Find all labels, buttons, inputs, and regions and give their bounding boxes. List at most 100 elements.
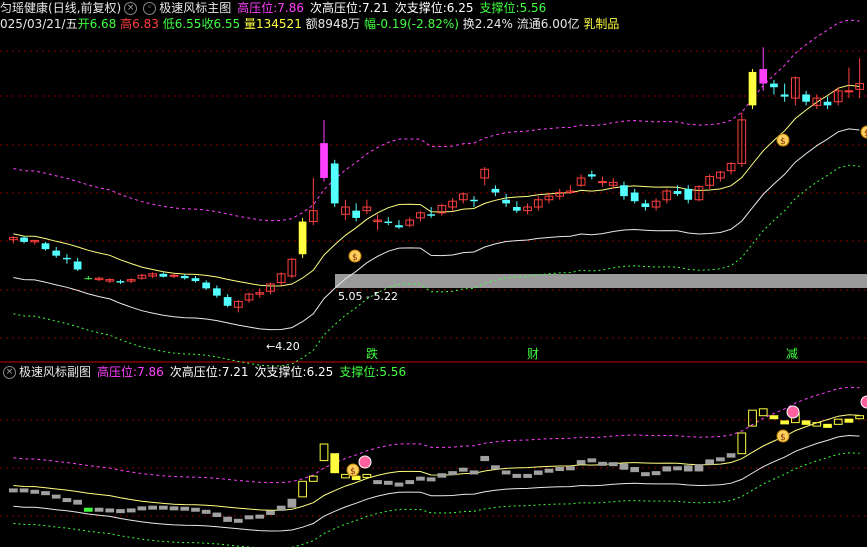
- support-label: 支撑位:: [479, 1, 520, 15]
- sub-bar: [41, 491, 50, 496]
- chg-label: 幅: [364, 17, 377, 31]
- sub-bar: [716, 457, 725, 462]
- close-value: 6.55: [213, 17, 241, 31]
- candle-body: [180, 276, 189, 279]
- amount-value: 8948万: [317, 17, 361, 31]
- sub-bar: [362, 473, 372, 478]
- sector: 乳制品: [583, 17, 620, 31]
- marker-die: 跌: [366, 346, 378, 361]
- main-candles[interactable]: [8, 47, 865, 313]
- close-circle-icon[interactable]: ×: [124, 2, 138, 15]
- pink-ball-icon: [786, 405, 800, 419]
- candle-body: [823, 101, 832, 106]
- candle-body: [491, 188, 500, 193]
- sub-bar: [73, 499, 82, 505]
- sub-bar: [394, 482, 404, 487]
- sub-bar: [512, 473, 522, 478]
- sub-bar: [662, 466, 672, 472]
- float-value: 6.00亿: [540, 17, 580, 31]
- sub-support-label: 次支撑位:: [394, 1, 447, 15]
- candle-body: [84, 278, 93, 280]
- chg-value: -0.19(-2.82%): [376, 17, 459, 31]
- sub-bar: [191, 507, 200, 512]
- candlestick-chart[interactable]: $$$$$ 5.05 - 5.22 ←4.20 跌 财 减: [0, 0, 867, 547]
- sub-sub-support-value: 6.25: [306, 365, 334, 379]
- sub-bar: [694, 464, 704, 472]
- sub-bar: [180, 506, 190, 511]
- amount-label: 额: [305, 17, 318, 31]
- sub-bar: [308, 475, 318, 482]
- sub-bar: [598, 461, 607, 466]
- sub-bar: [266, 510, 275, 515]
- pink-ball-icon: [860, 395, 867, 409]
- sub-bar: [319, 443, 329, 462]
- candle-body: [844, 90, 854, 93]
- money-bag-glyph: $: [352, 253, 358, 263]
- sub-bar: [94, 507, 104, 512]
- sub-indicator-lines: [13, 386, 860, 547]
- price-band: [335, 274, 867, 288]
- sub-bar: [523, 473, 532, 478]
- sub-bar: [19, 488, 29, 493]
- sub-bar: [630, 467, 640, 473]
- candle-body: [213, 288, 221, 296]
- sub-bar: [533, 470, 543, 475]
- candle-body: [673, 191, 682, 194]
- sub-bar: [544, 468, 554, 473]
- turnover-label: 换: [462, 17, 475, 31]
- sub-support-line: [13, 452, 860, 547]
- candle-body: [502, 199, 510, 204]
- sub-bar: [83, 507, 93, 512]
- sub-bar: [737, 432, 747, 455]
- sub-support-label: 支撑位:: [339, 365, 380, 379]
- sub-bar: [705, 459, 715, 465]
- candle-body: [427, 214, 436, 216]
- sub-bar: [769, 415, 779, 420]
- sub-bar: [758, 408, 768, 417]
- sub-high-press-label: 高压位:: [97, 365, 138, 379]
- sub-bar: [673, 466, 682, 471]
- sub-bar: [255, 514, 265, 519]
- sub-bars[interactable]: [8, 408, 865, 523]
- candle-body: [159, 273, 168, 277]
- sub-lower-line: [13, 434, 860, 532]
- candle-body: [620, 185, 628, 197]
- sub-bar: [116, 509, 125, 514]
- open-label: 开: [77, 17, 90, 31]
- money-bag-glyph: $: [780, 433, 786, 443]
- candle-body: [587, 174, 596, 177]
- sub-header: × 极速风标副图 高压位:7.86 次高压位:7.21 次支撑位:6.25 支撑位:5.5…: [0, 364, 406, 380]
- sub-bar: [169, 506, 179, 511]
- candle-body: [395, 225, 403, 228]
- sub-bar: [330, 453, 340, 474]
- candle-body: [20, 237, 28, 242]
- candle-body: [202, 282, 211, 289]
- turnover-value: 2.24%: [474, 17, 513, 31]
- sub-bar: [373, 480, 382, 485]
- candle-body: [352, 210, 361, 218]
- close-circle-icon[interactable]: ×: [3, 366, 16, 379]
- marker-jian: 减: [786, 347, 798, 361]
- sub-bar: [448, 471, 457, 476]
- candle-body: [748, 71, 757, 106]
- main-indicator-name[interactable]: 极速风标主图: [159, 1, 231, 15]
- sub-bar: [683, 465, 693, 472]
- sub-bar: [244, 515, 254, 520]
- low-price-label: ←4.20: [266, 340, 300, 353]
- sub-bar: [491, 465, 500, 470]
- high-label: 高: [120, 17, 133, 31]
- lower-line: [13, 128, 860, 331]
- stock-name: 匀瑶健康: [0, 1, 49, 15]
- candle-body: [684, 188, 693, 200]
- sub-bar: [30, 489, 40, 494]
- candle-body: [320, 143, 328, 178]
- sub-bar: [726, 453, 736, 458]
- sub-bar: [383, 480, 393, 485]
- sub-bar: [844, 418, 854, 423]
- sub-indicator-name[interactable]: 极速风标副图: [19, 365, 91, 379]
- candle-body: [598, 181, 607, 184]
- gear-circle-icon[interactable]: ◦: [143, 2, 157, 15]
- sub-bar: [51, 494, 61, 499]
- sub-bar: [276, 505, 286, 511]
- sub-high-value: 7.21: [362, 1, 389, 15]
